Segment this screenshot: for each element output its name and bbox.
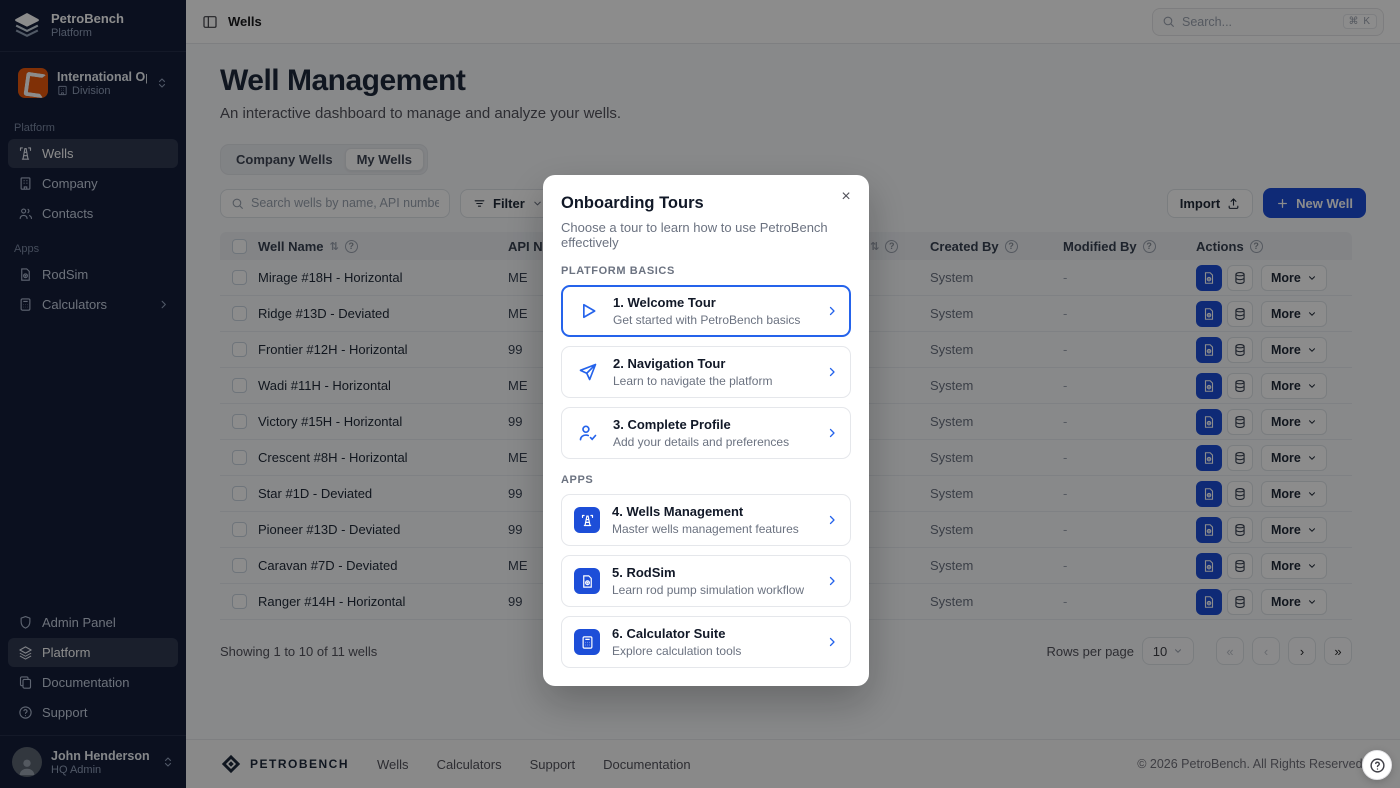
onboarding-tours-modal: × Onboarding Tours Choose a tour to lear…: [543, 175, 869, 686]
user-check-icon: [574, 423, 601, 443]
chevron-right-icon: [826, 514, 838, 526]
chevron-right-icon: [826, 575, 838, 587]
calculator-app-icon: [574, 629, 600, 655]
modal-title: Onboarding Tours: [561, 194, 851, 213]
tour-desc: Get started with PetroBench basics: [613, 313, 814, 327]
tour-title: 5. RodSim: [612, 565, 814, 580]
modal-section-apps: APPS: [561, 474, 851, 486]
tour-list-apps: 4. Wells Management Master wells managem…: [561, 494, 851, 668]
modal-section-platform-basics: PLATFORM BASICS: [561, 265, 851, 277]
tour-title: 3. Complete Profile: [613, 417, 814, 432]
send-icon: [574, 362, 601, 382]
play-icon: [574, 301, 601, 321]
chevron-right-icon: [826, 366, 838, 378]
tour-desc: Master wells management features: [612, 522, 814, 536]
tour-welcome[interactable]: 1. Welcome Tour Get started with PetroBe…: [561, 285, 851, 337]
chevron-right-icon: [826, 427, 838, 439]
tour-title: 2. Navigation Tour: [613, 356, 814, 371]
tour-desc: Learn to navigate the platform: [613, 374, 814, 388]
tour-wells-management[interactable]: 4. Wells Management Master wells managem…: [561, 494, 851, 546]
tour-list-platform-basics: 1. Welcome Tour Get started with PetroBe…: [561, 285, 851, 459]
tour-navigation[interactable]: 2. Navigation Tour Learn to navigate the…: [561, 346, 851, 398]
chevron-right-icon: [826, 305, 838, 317]
wells-app-icon: [574, 507, 600, 533]
tour-title: 6. Calculator Suite: [612, 626, 814, 641]
help-fab-button[interactable]: [1362, 750, 1392, 780]
tour-desc: Explore calculation tools: [612, 644, 814, 658]
tour-complete-profile[interactable]: 3. Complete Profile Add your details and…: [561, 407, 851, 459]
tour-desc: Add your details and preferences: [613, 435, 814, 449]
tour-title: 1. Welcome Tour: [613, 295, 814, 310]
chevron-right-icon: [826, 636, 838, 648]
modal-subtitle: Choose a tour to learn how to use PetroB…: [561, 220, 851, 250]
close-icon[interactable]: ×: [835, 186, 857, 208]
rodsim-app-icon: [574, 568, 600, 594]
tour-title: 4. Wells Management: [612, 504, 814, 519]
tour-rodsim[interactable]: 5. RodSim Learn rod pump simulation work…: [561, 555, 851, 607]
tour-desc: Learn rod pump simulation workflow: [612, 583, 814, 597]
tour-calculator-suite[interactable]: 6. Calculator Suite Explore calculation …: [561, 616, 851, 668]
